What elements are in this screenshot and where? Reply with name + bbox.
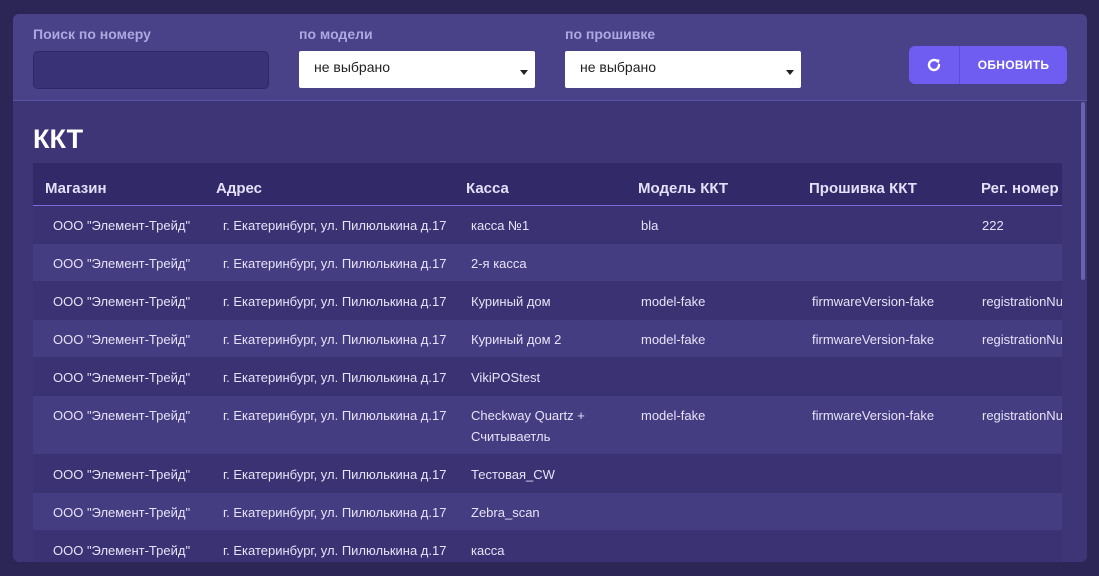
table-cell: Zebra_scan [471, 505, 540, 520]
vertical-scrollbar[interactable] [1081, 102, 1085, 280]
table-cell: firmwareVersion-fake [812, 408, 935, 423]
firmware-select-value: не выбрано [580, 59, 657, 75]
table-cell: ООО "Элемент-Трейд" [53, 294, 191, 309]
table-cell: model-fake [641, 294, 706, 309]
table-cell: г. Екатеринбург, ул. Пилюлькина д.17 [223, 332, 447, 347]
table-body: ООО "Элемент-Трейд" г. Екатеринбург, ул. … [33, 206, 1062, 562]
table-row[interactable]: ООО "Элемент-Трейд" г. Екатеринбург, ул. … [33, 531, 1062, 562]
table-cell: г. Екатеринбург, ул. Пилюлькина д.17 [223, 505, 447, 520]
refresh-button[interactable]: ОБНОВИТЬ [909, 46, 1067, 84]
column-header[interactable]: Рег. номер [981, 180, 1059, 197]
table-cell: registrationNu [982, 332, 1062, 347]
table-cell: г. Екатеринбург, ул. Пилюлькина д.17 [223, 256, 447, 271]
table-cell: bla [641, 218, 659, 233]
table-cell: firmwareVersion-fake [812, 332, 935, 347]
table-cell: г. Екатеринбург, ул. Пилюлькина д.17 [223, 467, 447, 482]
model-select-value: не выбрано [314, 59, 391, 75]
table-cell: ООО "Элемент-Трейд" [53, 467, 191, 482]
table-cell: ООО "Элемент-Трейд" [53, 543, 191, 558]
table-cell: г. Екатеринбург, ул. Пилюлькина д.17 [223, 370, 447, 385]
table-cell: Куриный дом [471, 294, 551, 309]
table-cell: ООО "Элемент-Трейд" [53, 370, 191, 385]
table-cell: ООО "Элемент-Трейд" [53, 332, 191, 347]
table-row[interactable]: ООО "Элемент-Трейд" г. Екатеринбург, ул. … [33, 206, 1062, 244]
table-cell: г. Екатеринбург, ул. Пилюлькина д.17 [223, 408, 447, 423]
main-panel: Поиск по номеру по модели не выбрано по … [13, 14, 1087, 562]
column-header[interactable]: Адрес [216, 180, 262, 197]
column-header[interactable]: Модель ККТ [638, 180, 728, 197]
table-cell: Куриный дом 2 [471, 332, 562, 347]
content-area: ККТ Магазин Адрес Касса Модель ККТ Проши… [13, 102, 1087, 562]
refresh-button-label: ОБНОВИТЬ [977, 58, 1050, 72]
kkt-table: Магазин Адрес Касса Модель ККТ Прошивка … [33, 163, 1062, 562]
filter-bar: Поиск по номеру по модели не выбрано по … [13, 14, 1087, 101]
table-row[interactable]: ООО "Элемент-Трейд" г. Екатеринбург, ул. … [33, 320, 1062, 358]
model-filter-label: по модели [299, 26, 373, 42]
column-header[interactable]: Касса [466, 180, 509, 197]
firmware-filter-label: по прошивке [565, 26, 656, 42]
search-input[interactable] [33, 51, 269, 89]
table-row[interactable]: ООО "Элемент-Трейд" г. Екатеринбург, ул. … [33, 282, 1062, 320]
table-cell: г. Екатеринбург, ул. Пилюлькина д.17 [223, 218, 447, 233]
firmware-select[interactable]: не выбрано [565, 51, 801, 88]
table-cell: касса №1 [471, 218, 530, 233]
table-cell: ООО "Элемент-Трейд" [53, 256, 191, 271]
table-cell: ООО "Элемент-Трейд" [53, 505, 191, 520]
table-cell: Тестовая_CW [471, 467, 555, 482]
table-cell: VikiPOStest [471, 370, 541, 385]
table-cell: model-fake [641, 408, 706, 423]
search-label: Поиск по номеру [33, 26, 151, 42]
table-cell: г. Екатеринбург, ул. Пилюлькина д.17 [223, 543, 447, 558]
table-row[interactable]: ООО "Элемент-Трейд" г. Екатеринбург, ул. … [33, 493, 1062, 531]
table-cell: model-fake [641, 332, 706, 347]
table-cell: 222 [982, 218, 1004, 233]
model-select[interactable]: не выбрано [299, 51, 535, 88]
table-cell: Checkway Quartz + Считываетль [471, 408, 585, 444]
page-title: ККТ [33, 124, 84, 154]
caret-down-icon [786, 70, 794, 75]
table-cell: ООО "Элемент-Трейд" [53, 218, 191, 233]
table-header: Магазин Адрес Касса Модель ККТ Прошивка … [33, 163, 1062, 206]
table-row[interactable]: ООО "Элемент-Трейд" г. Екатеринбург, ул. … [33, 455, 1062, 493]
column-header[interactable]: Прошивка ККТ [809, 180, 917, 197]
table-cell: firmwareVersion-fake [812, 294, 935, 309]
table-row[interactable]: ООО "Элемент-Трейд" г. Екатеринбург, ул. … [33, 244, 1062, 282]
refresh-icon [909, 46, 960, 84]
table-cell: 2-я касса [471, 256, 527, 271]
table-cell: registrationNu [982, 294, 1062, 309]
table-cell: г. Екатеринбург, ул. Пилюлькина д.17 [223, 294, 447, 309]
table-row[interactable]: ООО "Элемент-Трейд" г. Екатеринбург, ул. … [33, 396, 1062, 455]
caret-down-icon [520, 70, 528, 75]
column-header[interactable]: Магазин [45, 180, 107, 197]
table-cell: касса №6(BeetleMII_plus) [471, 543, 505, 558]
table-cell: registrationNu [982, 408, 1062, 423]
table-cell: ООО "Элемент-Трейд" [53, 408, 191, 423]
table-row[interactable]: ООО "Элемент-Трейд" г. Екатеринбург, ул. … [33, 358, 1062, 396]
